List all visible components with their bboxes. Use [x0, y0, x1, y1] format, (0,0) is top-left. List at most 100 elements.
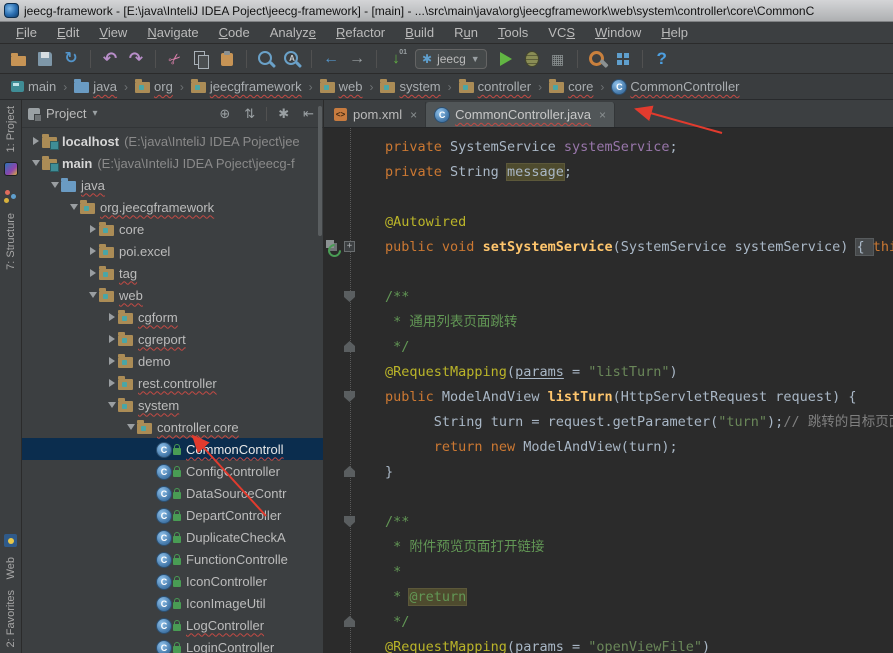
- redo-icon[interactable]: ↷: [125, 48, 147, 70]
- hide-panel-icon[interactable]: ⇤: [300, 106, 317, 122]
- fold-marker-open-icon[interactable]: [344, 291, 355, 302]
- tree-item-cgreport[interactable]: cgreport: [22, 328, 323, 350]
- close-tab-icon[interactable]: ×: [410, 108, 417, 122]
- tree-item-java[interactable]: java: [22, 174, 323, 196]
- tree-item-CommonControll[interactable]: CommonControll: [22, 438, 323, 460]
- coverage-icon[interactable]: ▦: [547, 48, 569, 70]
- menu-item-code[interactable]: Code: [209, 23, 260, 42]
- breadcrumb-item-system[interactable]: system: [377, 79, 443, 94]
- tool-button-web[interactable]: Web: [5, 557, 17, 579]
- chevron-down-icon[interactable]: ▾: [92, 108, 97, 119]
- forward-icon[interactable]: →: [346, 48, 368, 70]
- tree-item-rest.controller[interactable]: rest.controller: [22, 372, 323, 394]
- tree-item-DuplicateCheckA[interactable]: DuplicateCheckA: [22, 526, 323, 548]
- run-configuration-combo[interactable]: ✱jeecg▼: [415, 49, 487, 69]
- tree-item-tag[interactable]: tag: [22, 262, 323, 284]
- idea-logo-icon[interactable]: [4, 162, 18, 176]
- tree-item-core[interactable]: core: [22, 218, 323, 240]
- breadcrumb-item-web[interactable]: web: [317, 79, 366, 94]
- debug-icon[interactable]: [521, 48, 543, 70]
- menu-item-navigate[interactable]: Navigate: [137, 23, 208, 42]
- save-all-icon[interactable]: [34, 48, 56, 70]
- close-tab-icon[interactable]: ×: [599, 108, 606, 122]
- collapsed-arrow-icon[interactable]: [106, 313, 118, 321]
- fold-marker-open-icon[interactable]: [344, 391, 355, 402]
- menu-item-build[interactable]: Build: [395, 23, 444, 42]
- copy-icon[interactable]: [190, 48, 212, 70]
- tool-button-project[interactable]: 1: Project: [5, 106, 17, 152]
- fold-marker-close-icon[interactable]: [344, 466, 355, 477]
- tree-item-IconController[interactable]: IconController: [22, 570, 323, 592]
- paste-icon[interactable]: [216, 48, 238, 70]
- tree-item-system[interactable]: system: [22, 394, 323, 416]
- breadcrumb-item-jeecgframework[interactable]: jeecgframework: [188, 79, 305, 94]
- tree-item-demo[interactable]: demo: [22, 350, 323, 372]
- fold-marker-close-icon[interactable]: [344, 616, 355, 627]
- breadcrumb-item-java[interactable]: java: [71, 79, 120, 94]
- structure-tool-icon[interactable]: [5, 190, 10, 195]
- fold-marker-open-icon[interactable]: [344, 516, 355, 527]
- tree-item-LogController[interactable]: LogController: [22, 614, 323, 636]
- ordering-icon[interactable]: ↓: [385, 48, 407, 70]
- spring-bean-gutter-icon[interactable]: [326, 240, 340, 254]
- tree-item-IconImageUtil[interactable]: IconImageUtil: [22, 592, 323, 614]
- find-icon[interactable]: [255, 48, 277, 70]
- expanded-arrow-icon[interactable]: [68, 204, 80, 210]
- fold-marker-plus-icon[interactable]: +: [344, 241, 355, 252]
- tree-item-main[interactable]: main(E:\java\InteliJ IDEA Poject\jeecg-f: [22, 152, 323, 174]
- expanded-arrow-icon[interactable]: [106, 402, 118, 408]
- tree-item-DepartController[interactable]: DepartController: [22, 504, 323, 526]
- collapsed-arrow-icon[interactable]: [87, 269, 99, 277]
- tab-CommonController.java[interactable]: CommonController.java×: [426, 102, 615, 127]
- project-scrollbar-thumb[interactable]: [318, 106, 322, 236]
- run-icon[interactable]: [495, 48, 517, 70]
- breadcrumb-item-CommonController[interactable]: CommonController: [608, 79, 742, 94]
- tree-item-localhost[interactable]: localhost(E:\java\InteliJ IDEA Poject\je…: [22, 130, 323, 152]
- breadcrumb-item-core[interactable]: core: [546, 79, 596, 94]
- undo-icon[interactable]: ↶: [99, 48, 121, 70]
- cut-icon[interactable]: ✂: [160, 43, 191, 74]
- tab-pom.xml[interactable]: <>pom.xml×: [326, 102, 426, 127]
- menu-item-refactor[interactable]: Refactor: [326, 23, 395, 42]
- breadcrumb-item-controller[interactable]: controller: [456, 79, 534, 94]
- settings-icon[interactable]: [586, 48, 608, 70]
- collapse-all-icon[interactable]: ⇅: [241, 106, 258, 122]
- tool-button-favorites[interactable]: 2: Favorites: [5, 590, 17, 647]
- project-structure-icon[interactable]: [612, 48, 634, 70]
- menu-item-vcs[interactable]: VCS: [538, 23, 585, 42]
- tree-item-FunctionControlle[interactable]: FunctionControlle: [22, 548, 323, 570]
- breadcrumb-item-main[interactable]: main: [8, 79, 59, 94]
- expanded-arrow-icon[interactable]: [49, 182, 61, 188]
- web-tool-icon[interactable]: [4, 534, 17, 547]
- collapsed-arrow-icon[interactable]: [106, 379, 118, 387]
- locate-icon[interactable]: ⊕: [216, 106, 233, 122]
- menu-item-analyze[interactable]: Analyze: [260, 23, 326, 42]
- collapsed-arrow-icon[interactable]: [87, 247, 99, 255]
- code-editor[interactable]: + private SystemService systemService;pr…: [324, 128, 893, 653]
- menu-item-file[interactable]: File: [6, 23, 47, 42]
- tree-item-controller.core[interactable]: controller.core: [22, 416, 323, 438]
- expanded-arrow-icon[interactable]: [87, 292, 99, 298]
- breadcrumb-item-org[interactable]: org: [132, 79, 176, 94]
- tree-item-poi.excel[interactable]: poi.excel: [22, 240, 323, 262]
- tree-item-cgform[interactable]: cgform: [22, 306, 323, 328]
- tree-item-ConfigController[interactable]: ConfigController: [22, 460, 323, 482]
- tool-button-structure[interactable]: 7: Structure: [5, 213, 17, 270]
- fold-marker-close-icon[interactable]: [344, 341, 355, 352]
- replace-icon[interactable]: A: [281, 48, 303, 70]
- expanded-arrow-icon[interactable]: [125, 424, 137, 430]
- collapsed-arrow-icon[interactable]: [87, 225, 99, 233]
- menu-item-window[interactable]: Window: [585, 23, 651, 42]
- help-icon[interactable]: ?: [651, 48, 673, 70]
- gear-icon[interactable]: ✱: [275, 106, 292, 122]
- open-folder-icon[interactable]: [8, 48, 30, 70]
- collapsed-arrow-icon[interactable]: [106, 335, 118, 343]
- menu-item-help[interactable]: Help: [651, 23, 698, 42]
- tree-item-LoginController[interactable]: LoginController: [22, 636, 323, 653]
- collapsed-arrow-icon[interactable]: [106, 357, 118, 365]
- synchronize-icon[interactable]: ↻: [60, 48, 82, 70]
- tree-item-web[interactable]: web: [22, 284, 323, 306]
- tree-item-org.jeecgframework[interactable]: org.jeecgframework: [22, 196, 323, 218]
- menu-item-edit[interactable]: Edit: [47, 23, 89, 42]
- back-icon[interactable]: ←: [320, 48, 342, 70]
